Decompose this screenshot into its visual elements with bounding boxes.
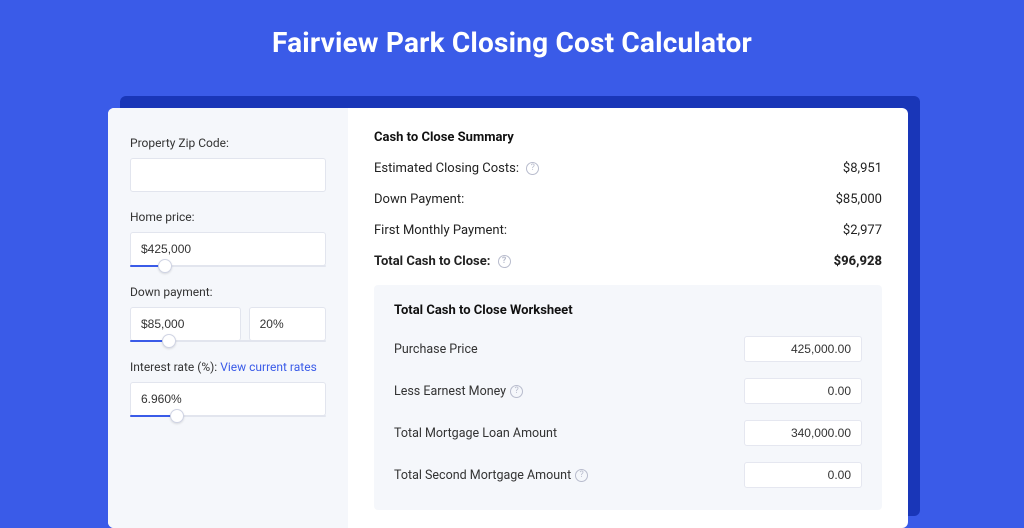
worksheet-title: Total Cash to Close Worksheet xyxy=(394,303,862,318)
summary-total-label: Total Cash to Close: xyxy=(374,254,490,269)
view-rates-link[interactable]: View current rates xyxy=(220,360,317,374)
summary-row-first-payment: First Monthly Payment: $2,977 xyxy=(374,223,882,238)
worksheet-row-earnest-money: Less Earnest Money ? xyxy=(394,378,862,404)
summary-title: Cash to Close Summary xyxy=(374,130,882,145)
worksheet-row-mortgage-loan: Total Mortgage Loan Amount xyxy=(394,420,862,446)
home-price-label: Home price: xyxy=(130,210,326,224)
zip-label: Property Zip Code: xyxy=(130,136,326,150)
field-interest-rate: Interest rate (%): View current rates xyxy=(130,360,326,417)
slider-thumb[interactable] xyxy=(170,409,184,423)
down-payment-label: Down payment: xyxy=(130,285,326,299)
slider-thumb[interactable] xyxy=(162,334,176,348)
down-payment-slider[interactable] xyxy=(130,340,326,342)
field-home-price: Home price: xyxy=(130,210,326,267)
worksheet-input-purchase-price[interactable] xyxy=(744,336,862,362)
worksheet-input-second-mortgage[interactable] xyxy=(744,462,862,488)
interest-rate-label-text: Interest rate (%): xyxy=(130,360,217,374)
worksheet-label: Purchase Price xyxy=(394,342,478,357)
field-down-payment: Down payment: xyxy=(130,285,326,342)
results-panel: Cash to Close Summary Estimated Closing … xyxy=(348,108,908,528)
worksheet-input-mortgage-loan[interactable] xyxy=(744,420,862,446)
field-zip: Property Zip Code: xyxy=(130,136,326,192)
worksheet-row-second-mortgage: Total Second Mortgage Amount ? xyxy=(394,462,862,488)
summary-label: First Monthly Payment: xyxy=(374,223,507,238)
summary-total-value: $96,928 xyxy=(834,254,882,269)
help-icon[interactable]: ? xyxy=(575,469,588,482)
summary-value: $85,000 xyxy=(836,192,882,207)
inputs-panel: Property Zip Code: Home price: Down paym… xyxy=(108,108,348,528)
down-payment-percent-input[interactable] xyxy=(249,307,326,341)
worksheet-row-purchase-price: Purchase Price xyxy=(394,336,862,362)
home-price-slider[interactable] xyxy=(130,265,326,267)
zip-input[interactable] xyxy=(130,158,326,192)
summary-label: Down Payment: xyxy=(374,192,464,207)
summary-value: $8,951 xyxy=(843,161,882,176)
interest-rate-slider[interactable] xyxy=(130,415,326,417)
worksheet-label: Total Second Mortgage Amount xyxy=(394,468,571,483)
help-icon[interactable]: ? xyxy=(510,385,523,398)
interest-rate-input[interactable] xyxy=(130,382,326,416)
calculator-card: Property Zip Code: Home price: Down paym… xyxy=(108,108,908,528)
summary-value: $2,977 xyxy=(843,223,882,238)
worksheet-label: Less Earnest Money xyxy=(394,384,506,399)
help-icon[interactable]: ? xyxy=(526,162,539,175)
summary-row-down-payment: Down Payment: $85,000 xyxy=(374,192,882,207)
slider-thumb[interactable] xyxy=(158,259,172,273)
down-payment-amount-input[interactable] xyxy=(130,307,241,341)
worksheet-panel: Total Cash to Close Worksheet Purchase P… xyxy=(374,285,882,510)
summary-row-closing-costs: Estimated Closing Costs: ? $8,951 xyxy=(374,161,882,176)
summary-row-total: Total Cash to Close: ? $96,928 xyxy=(374,254,882,269)
help-icon[interactable]: ? xyxy=(498,255,511,268)
summary-label: Estimated Closing Costs: xyxy=(374,161,519,176)
worksheet-label: Total Mortgage Loan Amount xyxy=(394,426,557,441)
worksheet-input-earnest-money[interactable] xyxy=(744,378,862,404)
page-title: Fairview Park Closing Cost Calculator xyxy=(0,0,1024,79)
interest-rate-label: Interest rate (%): View current rates xyxy=(130,360,326,374)
